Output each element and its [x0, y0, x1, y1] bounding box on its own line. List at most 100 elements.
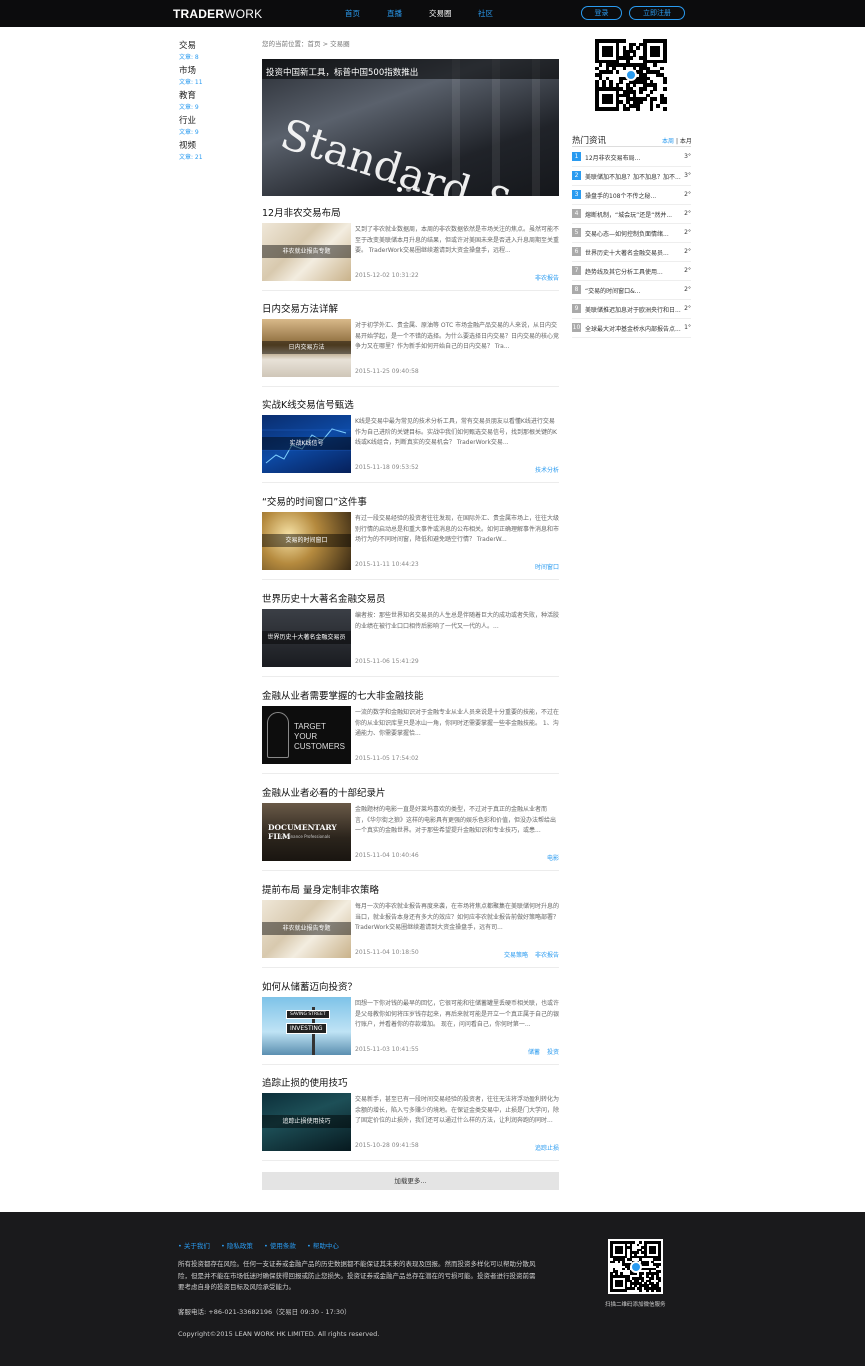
divider: [262, 773, 559, 774]
article-thumbnail[interactable]: 交易的时间窗口: [262, 512, 351, 570]
divider: [262, 1160, 559, 1161]
article-tag[interactable]: 非农报告: [535, 275, 559, 282]
article-title[interactable]: 日内交易方法详解: [262, 301, 338, 315]
hot-news-item[interactable]: 6 世界历史十大著名金融交易员... 2°: [572, 243, 691, 262]
hot-news-item[interactable]: 8 “交易的时间窗口&... 2°: [572, 281, 691, 300]
article-date: 2015-11-25 09:40:58: [355, 368, 419, 375]
article-title[interactable]: 追踪止损的使用技巧: [262, 1075, 348, 1089]
nav-community[interactable]: 社区: [478, 8, 493, 19]
article-title[interactable]: “交易的时间窗口”这件事: [262, 494, 367, 508]
hot-news-item[interactable]: 3 操盘手的108个不传之秘... 2°: [572, 186, 691, 205]
article-thumbnail[interactable]: DOCUMENTARY FILM For Finance Professional…: [262, 803, 351, 861]
article-title[interactable]: 提前布局 量身定制非农策略: [262, 882, 379, 896]
hot-news-title-text[interactable]: 美联储加不加息？加不加息？加不...: [585, 172, 681, 181]
article-tag[interactable]: 追踪止损: [535, 1145, 559, 1152]
article-thumbnail[interactable]: TARGET YOUR CUSTOMERS: [262, 706, 351, 764]
article-tag[interactable]: 交易策略: [504, 952, 528, 959]
hot-news-count: 1°: [684, 324, 691, 331]
article-thumbnail[interactable]: 实战K线信号: [262, 415, 351, 473]
image-caption: 非农就业报告专题: [262, 245, 351, 258]
category-item[interactable]: 交易 文章: 8: [179, 39, 199, 61]
hot-news-item[interactable]: 2 美联储加不加息？加不加息？加不... 3°: [572, 167, 691, 186]
article-title[interactable]: 12月非农交易布局: [262, 205, 341, 219]
article-title[interactable]: 实战K线交易信号甄选: [262, 397, 354, 411]
footer-qr-caption: 扫描二维码添加微信服务: [605, 1302, 666, 1308]
rank-badge: 2: [572, 171, 581, 180]
hot-news-title-text[interactable]: 12月非农交易布局...: [585, 153, 640, 162]
divider: [262, 579, 559, 580]
category-item[interactable]: 教育 文章: 9: [179, 89, 199, 111]
category-item[interactable]: 视频 文章: 21: [179, 139, 203, 161]
hot-news-count: 2°: [684, 248, 691, 255]
hot-news-title-text[interactable]: 美联储推迟加息对于欧洲央行和日...: [585, 305, 681, 314]
logo-text-bold: TRADER: [173, 7, 225, 21]
hot-news-title-text[interactable]: “交易的时间窗口&...: [585, 286, 641, 295]
tab-month[interactable]: 本月: [680, 138, 692, 145]
hot-news-title-text[interactable]: 世界历史十大著名金融交易员...: [585, 248, 669, 257]
login-button[interactable]: 登录: [581, 6, 622, 20]
article-date: 2015-11-06 15:41:29: [355, 658, 419, 665]
logo[interactable]: TRADERWORK: [173, 7, 262, 21]
article-date: 2015-11-03 10:41:55: [355, 1046, 419, 1053]
carousel-dots[interactable]: [397, 177, 424, 196]
hot-news-title-text[interactable]: 全球最大对冲基金桥水内部报告点...: [585, 324, 681, 333]
rank-badge: 7: [572, 266, 581, 275]
footer-link-terms[interactable]: • 使用条款: [264, 1242, 296, 1250]
rank-badge: 5: [572, 228, 581, 237]
article-tag[interactable]: 非农报告: [535, 952, 559, 959]
footer-link-about[interactable]: • 关于我们: [178, 1242, 210, 1250]
hot-news-title-text[interactable]: 操盘手的108个不传之秘...: [585, 191, 656, 200]
category-count: 文章: 9: [179, 104, 199, 111]
article-tag[interactable]: 时间窗口: [535, 564, 559, 571]
article-thumbnail[interactable]: 日内交易方法: [262, 319, 351, 377]
footer-link-privacy[interactable]: • 隐私政策: [221, 1242, 253, 1250]
hot-news-item[interactable]: 10 全球最大对冲基金桥水内部报告点... 1°: [572, 319, 691, 338]
nav-home[interactable]: 首页: [345, 8, 360, 19]
article-thumbnail[interactable]: 非农就业报告专题: [262, 223, 351, 281]
hot-news-item[interactable]: 1 12月非农交易布局... 3°: [572, 148, 691, 167]
register-button[interactable]: 立即注册: [629, 6, 685, 20]
category-item[interactable]: 行业 文章: 9: [179, 114, 199, 136]
rank-badge: 3: [572, 190, 581, 199]
article-title[interactable]: 金融从业者必看的十部纪录片: [262, 785, 386, 799]
image-text-line: CUSTOMERS: [294, 742, 345, 751]
hot-news-title-text[interactable]: 熔断机制，“城会玩”还是“然并...: [585, 210, 672, 219]
footer-links: • 关于我们 • 隐私政策 • 使用条款 • 帮助中心: [178, 1240, 348, 1250]
article-thumbnail[interactable]: 追踪止损使用技巧: [262, 1093, 351, 1151]
nav-live[interactable]: 直播: [387, 8, 402, 19]
article-tag[interactable]: 技术分析: [535, 467, 559, 474]
category-count: 文章: 9: [179, 129, 199, 136]
article-thumbnail[interactable]: SAVING STREET INVESTING: [262, 997, 351, 1055]
tab-week[interactable]: 本周: [662, 138, 674, 145]
hot-news-item[interactable]: 7 趋势线及其它分析工具使用... 2°: [572, 262, 691, 281]
load-more-button[interactable]: 加载更多...: [262, 1172, 559, 1190]
rank-badge: 8: [572, 285, 581, 294]
hot-news-count: 2°: [684, 305, 691, 312]
article-title[interactable]: 如何从储蓄迈向投资？: [262, 979, 357, 993]
article-tag[interactable]: 电影: [547, 855, 559, 862]
hot-news-item[interactable]: 5 交易心态—如何控制负面情绪... 2°: [572, 224, 691, 243]
hot-news-title-text[interactable]: 交易心态—如何控制负面情绪...: [585, 229, 669, 238]
article-date: 2015-11-11 10:44:23: [355, 561, 419, 568]
rank-badge: 4: [572, 209, 581, 218]
hot-news-item[interactable]: 4 熔断机制，“城会玩”还是“然并... 2°: [572, 205, 691, 224]
hot-news-count: 3°: [684, 172, 691, 179]
article-thumbnail[interactable]: 世界历史十大著名金融交易员: [262, 609, 351, 667]
nav-trading-circle[interactable]: 交易圈: [429, 8, 452, 19]
divider: [262, 290, 559, 291]
article-title[interactable]: 金融从业者需要掌握的七大非金融技能: [262, 688, 424, 702]
article-tag[interactable]: 储蓄: [528, 1049, 540, 1056]
hot-news-title-text[interactable]: 趋势线及其它分析工具使用...: [585, 267, 663, 276]
hot-news-item[interactable]: 9 美联储推迟加息对于欧洲央行和日... 2°: [572, 300, 691, 319]
hero-title[interactable]: 投资中国新工具，标普中国500指数推出: [266, 66, 418, 78]
article-date: 2015-11-05 17:54:02: [355, 755, 419, 762]
image-text-line: YOUR: [294, 732, 318, 741]
article-tags: 时间窗口: [528, 562, 559, 571]
hero-banner[interactable]: Standard & Po 投资中国新工具，标普中国500指数推出: [262, 59, 559, 196]
rank-badge: 10: [572, 323, 581, 332]
footer-link-help[interactable]: • 帮助中心: [307, 1242, 339, 1250]
article-thumbnail[interactable]: 非农就业报告专题: [262, 900, 351, 958]
article-tag[interactable]: 投资: [547, 1049, 559, 1056]
article-title[interactable]: 世界历史十大著名金融交易员: [262, 591, 386, 605]
category-item[interactable]: 市场 文章: 11: [179, 64, 203, 86]
